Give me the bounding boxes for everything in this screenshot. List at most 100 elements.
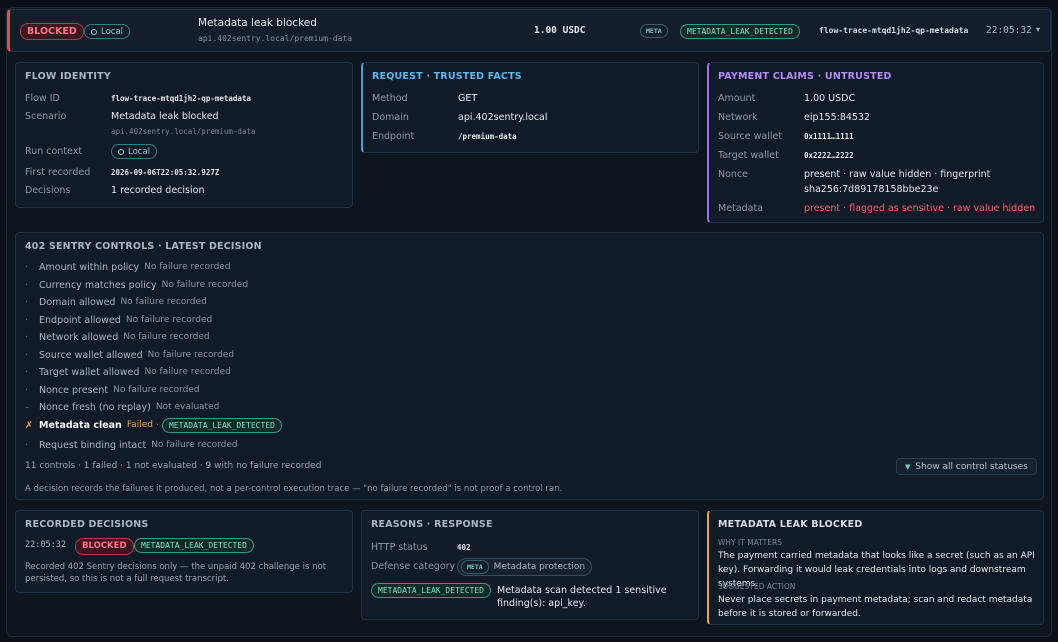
control-status: Failed	[126, 420, 153, 430]
control-row: · Endpoint allowed No failure recorded	[25, 313, 212, 327]
scenario-value: Metadata leak blocked	[111, 111, 219, 122]
control-name: Currency matches policy	[39, 279, 157, 291]
flow-amount: 1.00 USDC	[534, 25, 586, 36]
action-text: Never place secrets in payment metadata;…	[718, 595, 1033, 619]
flow-identity-title: FLOW IDENTITY	[25, 71, 111, 82]
controls-panel: 402 SENTRY CONTROLS · LATEST DECISION · A…	[15, 232, 1044, 500]
status-badge: BLOCKED	[20, 23, 84, 40]
control-row: · Network allowed No failure recorded	[25, 330, 210, 344]
bullet-icon: ·	[25, 366, 29, 378]
payment-title: PAYMENT CLAIMS · UNTRUSTED	[718, 71, 892, 82]
category-meta-tag: META	[461, 560, 489, 574]
nonce-value: present · raw value hidden · fingerprint	[804, 169, 991, 180]
local-ring-icon	[91, 28, 97, 35]
flow-identity-panel: FLOW IDENTITY Flow ID flow-trace-mtqd1jh…	[15, 62, 353, 208]
why-label: WHY IT MATTERS	[718, 538, 782, 547]
decisions-label: Decisions	[25, 185, 71, 196]
control-status: Not evaluated	[155, 402, 220, 412]
request-panel: REQUEST · TRUSTED FACTS Method GET Domai…	[361, 62, 699, 153]
control-status: No failure recorded	[120, 297, 207, 307]
control-name: Source wallet allowed	[39, 349, 143, 361]
controls-title: 402 SENTRY CONTROLS · LATEST DECISION	[25, 241, 262, 252]
flow-header-row[interactable]: BLOCKED Local Metadata leak blocked api.…	[7, 9, 1051, 52]
control-name: Target wallet allowed	[39, 366, 140, 378]
controls-summary: 11 controls · 1 failed · 1 not evaluated…	[25, 461, 322, 471]
request-title: REQUEST · TRUSTED FACTS	[372, 71, 522, 82]
flow-title: Metadata leak blocked	[198, 17, 317, 29]
control-name: Domain allowed	[39, 296, 116, 308]
metadata-label: Metadata	[718, 203, 763, 214]
nonce-fingerprint: sha256:7d89178158bbe23e	[804, 184, 939, 195]
first-recorded-label: First recorded	[25, 167, 91, 178]
amount-value: 1.00 USDC	[804, 93, 856, 104]
target-wallet-label: Target wallet	[718, 150, 779, 161]
control-row: · Currency matches policy No failure recor…	[25, 278, 248, 292]
control-name: Endpoint allowed	[39, 314, 121, 326]
failed-x-icon: ✗	[25, 419, 33, 431]
context-badge: Local	[84, 24, 131, 39]
reasons-panel: REASONS · RESPONSE HTTP status 402 Defen…	[361, 510, 699, 620]
control-name: Network allowed	[39, 331, 119, 343]
domain-label: Domain	[372, 112, 409, 123]
bullet-icon: –	[25, 401, 30, 413]
scenario-separator: ·	[215, 111, 219, 122]
scenario-endpoint: api.402sentry.local/premium-data	[111, 127, 256, 136]
amount-label: Amount	[718, 93, 756, 104]
http-status-label: HTTP status	[371, 542, 428, 553]
network-label: Network	[718, 112, 758, 123]
payment-panel: PAYMENT CLAIMS · UNTRUSTED Amount 1.00 U…	[707, 62, 1044, 223]
leak-guidance-panel: METADATA LEAK BLOCKED WHY IT MATTERS The…	[707, 510, 1044, 625]
local-ring-icon	[118, 148, 124, 155]
run-context-label: Run context	[25, 146, 83, 157]
flow-time: 22:05:32	[986, 25, 1032, 36]
run-context-value: Local	[128, 146, 151, 157]
bullet-icon: ·	[25, 279, 29, 291]
run-context-badge: Local	[111, 144, 158, 159]
reasons-title: REASONS · RESPONSE	[371, 519, 493, 530]
control-row: · Source wallet allowed No failure recorde…	[25, 348, 234, 362]
method-label: Method	[372, 93, 408, 104]
control-row: · Amount within policy No failure recorded	[25, 260, 231, 274]
control-status: No failure recorded	[113, 385, 200, 395]
source-wallet-label: Source wallet	[718, 131, 783, 142]
method-value: GET	[458, 93, 478, 104]
show-all-label: Show all control statuses	[915, 461, 1028, 472]
target-wallet-value: 0x2222…2222	[804, 151, 854, 160]
endpoint-value: /premium-data	[458, 132, 517, 141]
control-name: Nonce present	[39, 384, 109, 396]
control-status: No failure recorded	[144, 262, 231, 272]
flow-endpoint: api.402sentry.local/premium-data	[198, 34, 353, 43]
http-status-value: 402	[457, 543, 471, 552]
control-code-badge: METADATA_LEAK_DETECTED	[161, 417, 282, 433]
recorded-time: 22:05:32	[25, 540, 66, 550]
control-row: ✗ Metadata clean Failed · METADATA_LEAK_DE…	[25, 417, 282, 433]
bullet-icon: ·	[25, 296, 29, 308]
leak-title: METADATA LEAK BLOCKED	[718, 519, 863, 530]
recorded-code-badge: METADATA_LEAK_DETECTED	[134, 538, 254, 553]
flow-id: flow-trace-mtqd1jh2-qp-metadata	[819, 26, 969, 35]
control-row: · Nonce present No failure recorded	[25, 383, 200, 397]
context-label: Local	[101, 26, 124, 37]
control-name: Amount within policy	[39, 261, 140, 273]
defense-category-value: Metadata protection	[493, 562, 586, 572]
control-status: No failure recorded	[147, 350, 235, 360]
recorded-note: Recorded 402 Sentry decisions only — the…	[25, 562, 327, 584]
meta-tag: META	[640, 24, 668, 38]
control-name: Request binding intact	[39, 439, 147, 451]
control-status: No failure recorded	[123, 332, 210, 342]
flow-id-value: flow-trace-mtqd1jh2-qp-metadata	[111, 94, 251, 103]
control-status: No failure recorded	[151, 440, 238, 450]
defense-category-chip: META Metadata protection	[457, 558, 593, 576]
controls-note: A decision records the failures it produ…	[25, 484, 563, 494]
bullet-icon: ·	[25, 384, 29, 396]
bullet-icon: ·	[25, 439, 29, 451]
reasons-code-badge: METADATA_LEAK_DETECTED	[371, 583, 491, 598]
bullet-icon: ·	[25, 331, 29, 343]
show-all-controls-button[interactable]: ▼ Show all control statuses	[896, 458, 1037, 475]
chevron-down-icon[interactable]: ▾	[1036, 25, 1040, 34]
bullet-icon: ·	[25, 349, 29, 361]
source-wallet-value: 0x1111…1111	[804, 132, 854, 141]
action-label: SUGGESTED ACTION	[718, 582, 796, 591]
nonce-label: Nonce	[718, 169, 749, 180]
control-row: · Target wallet allowed No failure recorde…	[25, 365, 231, 379]
